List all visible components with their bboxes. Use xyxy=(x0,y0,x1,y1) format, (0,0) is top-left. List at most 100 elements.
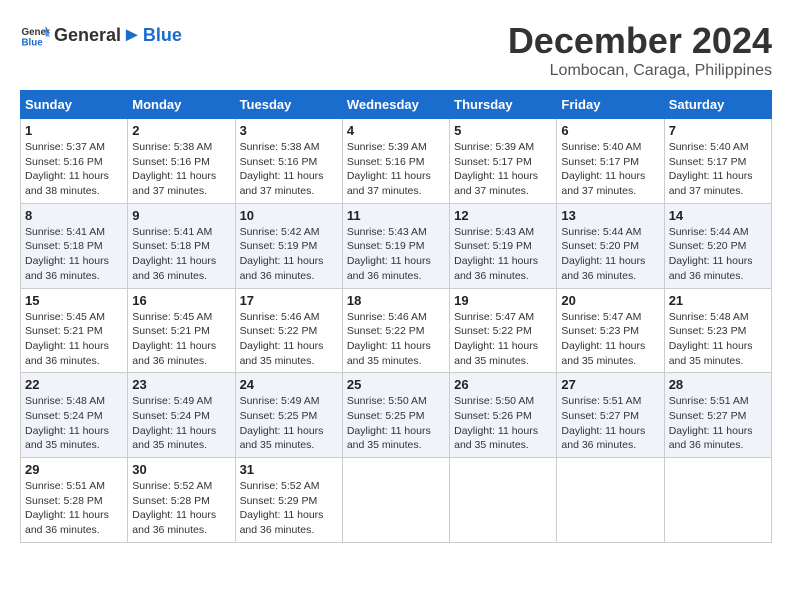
day-number: 4 xyxy=(347,123,445,138)
day-info: Sunrise: 5:47 AMSunset: 5:22 PMDaylight:… xyxy=(454,310,552,369)
day-info: Sunrise: 5:51 AMSunset: 5:27 PMDaylight:… xyxy=(669,394,767,453)
day-info: Sunrise: 5:45 AMSunset: 5:21 PMDaylight:… xyxy=(25,310,123,369)
day-info: Sunrise: 5:52 AMSunset: 5:29 PMDaylight:… xyxy=(240,479,338,538)
day-info: Sunrise: 5:43 AMSunset: 5:19 PMDaylight:… xyxy=(454,225,552,284)
svg-text:Blue: Blue xyxy=(22,38,44,49)
col-header-sunday: Sunday xyxy=(21,91,128,119)
col-header-tuesday: Tuesday xyxy=(235,91,342,119)
day-number: 27 xyxy=(561,377,659,392)
calendar-cell: 15 Sunrise: 5:45 AMSunset: 5:21 PMDayligh… xyxy=(21,288,128,373)
day-number: 15 xyxy=(25,293,123,308)
day-info: Sunrise: 5:48 AMSunset: 5:24 PMDaylight:… xyxy=(25,394,123,453)
calendar-cell: 10Sunrise: 5:42 AMSunset: 5:19 PMDayligh… xyxy=(235,203,342,288)
col-header-friday: Friday xyxy=(557,91,664,119)
day-info: Sunrise: 5:39 AMSunset: 5:17 PMDaylight:… xyxy=(454,140,552,199)
calendar-week-row: 29 Sunrise: 5:51 AMSunset: 5:28 PMDayligh… xyxy=(21,458,772,543)
calendar-cell: 5 Sunrise: 5:39 AMSunset: 5:17 PMDaylight… xyxy=(450,119,557,204)
logo-icon: General Blue xyxy=(20,20,50,50)
calendar-cell xyxy=(342,458,449,543)
col-header-wednesday: Wednesday xyxy=(342,91,449,119)
calendar-cell: 20Sunrise: 5:47 AMSunset: 5:23 PMDayligh… xyxy=(557,288,664,373)
day-info: Sunrise: 5:49 AMSunset: 5:24 PMDaylight:… xyxy=(132,394,230,453)
calendar-cell: 26 Sunrise: 5:50 AMSunset: 5:26 PMDayligh… xyxy=(450,373,557,458)
day-info: Sunrise: 5:38 AMSunset: 5:16 PMDaylight:… xyxy=(240,140,338,199)
calendar-cell: 11Sunrise: 5:43 AMSunset: 5:19 PMDayligh… xyxy=(342,203,449,288)
calendar-cell xyxy=(557,458,664,543)
day-info: Sunrise: 5:50 AMSunset: 5:26 PMDaylight:… xyxy=(454,394,552,453)
calendar-cell: 25 Sunrise: 5:50 AMSunset: 5:25 PMDayligh… xyxy=(342,373,449,458)
day-info: Sunrise: 5:51 AMSunset: 5:28 PMDaylight:… xyxy=(25,479,123,538)
day-info: Sunrise: 5:45 AMSunset: 5:21 PMDaylight:… xyxy=(132,310,230,369)
logo-icon-arrow: ► xyxy=(122,24,142,47)
day-number: 24 xyxy=(240,377,338,392)
day-number: 25 xyxy=(347,377,445,392)
day-number: 23 xyxy=(132,377,230,392)
calendar-cell: 23 Sunrise: 5:49 AMSunset: 5:24 PMDayligh… xyxy=(128,373,235,458)
day-info: Sunrise: 5:43 AMSunset: 5:19 PMDaylight:… xyxy=(347,225,445,284)
day-info: Sunrise: 5:48 AMSunset: 5:23 PMDaylight:… xyxy=(669,310,767,369)
title-section: December 2024 Lombocan, Caraga, Philippi… xyxy=(508,20,772,80)
day-number: 22 xyxy=(25,377,123,392)
day-number: 12 xyxy=(454,208,552,223)
day-number: 13 xyxy=(561,208,659,223)
day-info: Sunrise: 5:44 AMSunset: 5:20 PMDaylight:… xyxy=(561,225,659,284)
day-number: 2 xyxy=(132,123,230,138)
day-info: Sunrise: 5:41 AMSunset: 5:18 PMDaylight:… xyxy=(25,225,123,284)
day-number: 1 xyxy=(25,123,123,138)
day-number: 14 xyxy=(669,208,767,223)
day-number: 7 xyxy=(669,123,767,138)
calendar-cell: 18Sunrise: 5:46 AMSunset: 5:22 PMDayligh… xyxy=(342,288,449,373)
calendar-cell xyxy=(450,458,557,543)
day-info: Sunrise: 5:51 AMSunset: 5:27 PMDaylight:… xyxy=(561,394,659,453)
calendar-cell xyxy=(664,458,771,543)
col-header-monday: Monday xyxy=(128,91,235,119)
day-number: 19 xyxy=(454,293,552,308)
calendar-cell: 12 Sunrise: 5:43 AMSunset: 5:19 PMDayligh… xyxy=(450,203,557,288)
calendar-cell: 3Sunrise: 5:38 AMSunset: 5:16 PMDaylight… xyxy=(235,119,342,204)
calendar-cell: 8Sunrise: 5:41 AMSunset: 5:18 PMDaylight… xyxy=(21,203,128,288)
calendar-cell: 16 Sunrise: 5:45 AMSunset: 5:21 PMDayligh… xyxy=(128,288,235,373)
calendar-header-row: SundayMondayTuesdayWednesdayThursdayFrid… xyxy=(21,91,772,119)
calendar-cell: 28 Sunrise: 5:51 AMSunset: 5:27 PMDayligh… xyxy=(664,373,771,458)
day-number: 28 xyxy=(669,377,767,392)
calendar-cell: 24Sunrise: 5:49 AMSunset: 5:25 PMDayligh… xyxy=(235,373,342,458)
day-info: Sunrise: 5:44 AMSunset: 5:20 PMDaylight:… xyxy=(669,225,767,284)
day-info: Sunrise: 5:42 AMSunset: 5:19 PMDaylight:… xyxy=(240,225,338,284)
day-info: Sunrise: 5:37 AMSunset: 5:16 PMDaylight:… xyxy=(25,140,123,199)
calendar-cell: 29 Sunrise: 5:51 AMSunset: 5:28 PMDayligh… xyxy=(21,458,128,543)
calendar-cell: 31 Sunrise: 5:52 AMSunset: 5:29 PMDayligh… xyxy=(235,458,342,543)
day-number: 26 xyxy=(454,377,552,392)
calendar-cell: 21Sunrise: 5:48 AMSunset: 5:23 PMDayligh… xyxy=(664,288,771,373)
calendar-cell: 19 Sunrise: 5:47 AMSunset: 5:22 PMDayligh… xyxy=(450,288,557,373)
calendar-week-row: 22 Sunrise: 5:48 AMSunset: 5:24 PMDayligh… xyxy=(21,373,772,458)
day-number: 9 xyxy=(132,208,230,223)
calendar-cell: 14 Sunrise: 5:44 AMSunset: 5:20 PMDayligh… xyxy=(664,203,771,288)
day-number: 16 xyxy=(132,293,230,308)
day-info: Sunrise: 5:40 AMSunset: 5:17 PMDaylight:… xyxy=(561,140,659,199)
day-number: 6 xyxy=(561,123,659,138)
month-title: December 2024 xyxy=(508,20,772,62)
day-info: Sunrise: 5:41 AMSunset: 5:18 PMDaylight:… xyxy=(132,225,230,284)
day-number: 31 xyxy=(240,462,338,477)
logo: General Blue General ► Blue xyxy=(20,20,182,50)
calendar-week-row: 15 Sunrise: 5:45 AMSunset: 5:21 PMDayligh… xyxy=(21,288,772,373)
day-number: 30 xyxy=(132,462,230,477)
location-title: Lombocan, Caraga, Philippines xyxy=(508,62,772,80)
calendar-cell: 6 Sunrise: 5:40 AMSunset: 5:17 PMDaylight… xyxy=(557,119,664,204)
day-number: 5 xyxy=(454,123,552,138)
day-info: Sunrise: 5:38 AMSunset: 5:16 PMDaylight:… xyxy=(132,140,230,199)
calendar-table: SundayMondayTuesdayWednesdayThursdayFrid… xyxy=(20,90,772,543)
calendar-week-row: 8Sunrise: 5:41 AMSunset: 5:18 PMDaylight… xyxy=(21,203,772,288)
day-info: Sunrise: 5:47 AMSunset: 5:23 PMDaylight:… xyxy=(561,310,659,369)
day-info: Sunrise: 5:52 AMSunset: 5:28 PMDaylight:… xyxy=(132,479,230,538)
day-number: 17 xyxy=(240,293,338,308)
calendar-week-row: 1 Sunrise: 5:37 AMSunset: 5:16 PMDaylight… xyxy=(21,119,772,204)
day-info: Sunrise: 5:46 AMSunset: 5:22 PMDaylight:… xyxy=(347,310,445,369)
calendar-cell: 13 Sunrise: 5:44 AMSunset: 5:20 PMDayligh… xyxy=(557,203,664,288)
calendar-cell: 2 Sunrise: 5:38 AMSunset: 5:16 PMDaylight… xyxy=(128,119,235,204)
day-info: Sunrise: 5:50 AMSunset: 5:25 PMDaylight:… xyxy=(347,394,445,453)
day-number: 29 xyxy=(25,462,123,477)
calendar-cell: 17Sunrise: 5:46 AMSunset: 5:22 PMDayligh… xyxy=(235,288,342,373)
calendar-cell: 7Sunrise: 5:40 AMSunset: 5:17 PMDaylight… xyxy=(664,119,771,204)
calendar-cell: 27 Sunrise: 5:51 AMSunset: 5:27 PMDayligh… xyxy=(557,373,664,458)
